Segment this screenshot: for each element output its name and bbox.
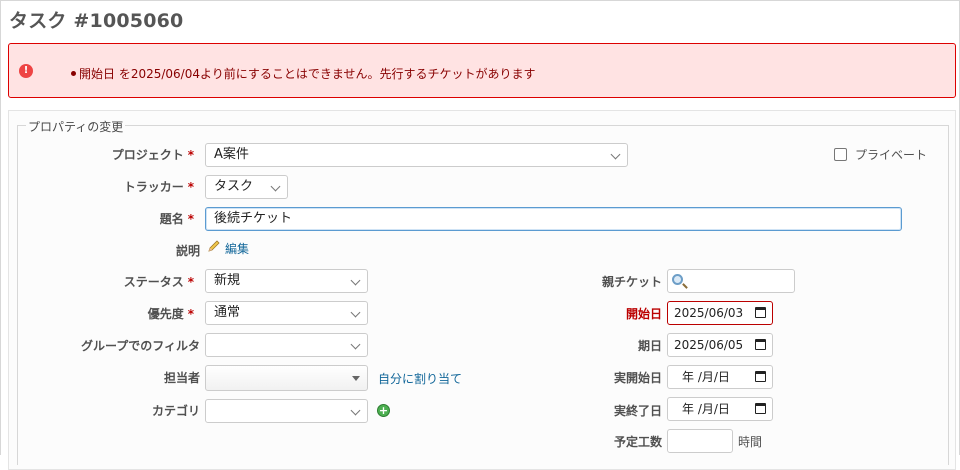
subject-label-text: 題名 [159, 212, 184, 226]
tracker-label-text: トラッカー [123, 180, 184, 194]
category-select[interactable] [205, 399, 368, 423]
description-label: 説明 [175, 244, 200, 258]
priority-select[interactable]: 通常 [205, 301, 368, 325]
chevron-down-icon [350, 339, 361, 350]
status-value: 新規 [214, 273, 241, 288]
actual-end-label: 実終了日 [613, 404, 662, 418]
actual-end-input[interactable]: 年 /月/日 [667, 397, 773, 421]
priority-label: 優先度 * [148, 305, 194, 322]
error-flash: ! 開始日 を2025/06/04より前にすることはできません。先行するチケット… [8, 43, 956, 98]
chevron-down-icon [610, 149, 621, 160]
project-value: A案件 [214, 147, 249, 162]
project-label-text: プロジェクト [111, 148, 184, 162]
bullet [71, 71, 76, 76]
tracker-label: トラッカー * [124, 178, 194, 195]
subject-input[interactable]: 後続チケット [205, 207, 902, 231]
caret-down-icon [352, 376, 360, 381]
parent-label: 親チケット [601, 275, 662, 289]
category-label: カテゴリ [151, 404, 200, 418]
add-icon[interactable]: + [377, 404, 390, 417]
due-date-input[interactable]: 2025/06/05 [667, 333, 773, 357]
calendar-icon[interactable] [755, 307, 766, 318]
private-checkbox[interactable] [834, 148, 847, 161]
assignee-label: 担当者 [163, 371, 200, 385]
start-date-label: 開始日 [625, 307, 662, 321]
group-filter-label: グループでのフィルタ [80, 339, 200, 353]
priority-value: 通常 [214, 305, 241, 320]
chevron-down-icon [270, 181, 281, 192]
page-title: タスク #1005060 [9, 10, 184, 32]
start-date-value: 2025/06/03 [674, 306, 744, 320]
calendar-icon[interactable] [755, 339, 766, 350]
project-label: プロジェクト * [112, 146, 194, 163]
fieldset-legend: プロパティの変更 [26, 118, 126, 135]
pencil-icon [208, 240, 220, 252]
tracker-value: タスク [214, 179, 254, 194]
status-label: ステータス * [124, 273, 194, 290]
priority-label-text: 優先度 [147, 307, 184, 321]
required-mark: * [187, 275, 194, 289]
due-date-label: 期日 [637, 339, 662, 353]
required-mark: * [187, 307, 194, 321]
required-mark: * [187, 148, 194, 162]
description-edit-link[interactable]: 編集 [225, 240, 249, 257]
estimated-hours-label: 予定工数 [613, 435, 662, 449]
search-icon [672, 274, 683, 285]
private-label[interactable]: プライベート [855, 146, 927, 163]
assignee-select[interactable] [205, 365, 368, 391]
subject-label: 題名 * [160, 210, 194, 227]
chevron-down-icon [350, 307, 361, 318]
actual-start-value: 年 /月/日 [682, 370, 730, 384]
required-mark: * [187, 180, 194, 194]
parent-input[interactable] [667, 269, 795, 293]
actual-end-value: 年 /月/日 [682, 402, 730, 416]
error-message: 開始日 を2025/06/04より前にすることはできません。先行するチケットがあ… [79, 67, 536, 81]
start-date-input[interactable]: 2025/06/03 [667, 301, 773, 325]
chevron-down-icon [350, 275, 361, 286]
chevron-down-icon [350, 405, 361, 416]
calendar-icon[interactable] [755, 371, 766, 382]
hours-unit: 時間 [738, 435, 763, 449]
calendar-icon[interactable] [755, 403, 766, 414]
required-mark: * [187, 212, 194, 226]
group-filter-select[interactable] [205, 333, 368, 357]
tracker-select[interactable]: タスク [205, 175, 288, 199]
due-date-value: 2025/06/05 [674, 338, 744, 352]
actual-start-label: 実開始日 [613, 371, 662, 385]
estimated-hours-input[interactable] [667, 429, 733, 453]
assign-to-me-link[interactable]: 自分に割り当て [378, 370, 462, 387]
error-icon: ! [19, 64, 33, 78]
actual-start-input[interactable]: 年 /月/日 [667, 365, 773, 389]
status-label-text: ステータス [123, 275, 184, 289]
status-select[interactable]: 新規 [205, 269, 368, 293]
project-select[interactable]: A案件 [205, 143, 628, 167]
